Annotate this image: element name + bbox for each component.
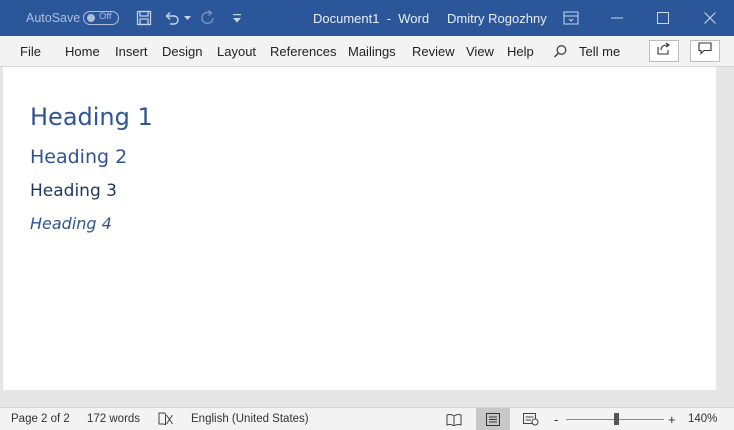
comments-button[interactable] — [690, 40, 720, 62]
redo-icon[interactable] — [199, 0, 217, 36]
web-layout-icon[interactable] — [523, 408, 539, 430]
autosave-state: Off — [99, 11, 112, 22]
zoom-slider-thumb[interactable] — [614, 413, 620, 425]
tab-review[interactable]: Review — [412, 36, 455, 66]
tab-design[interactable]: Design — [162, 36, 202, 66]
minimize-icon[interactable] — [611, 0, 623, 36]
tab-view[interactable]: View — [466, 36, 494, 66]
user-name[interactable]: Dmitry Rogozhny — [447, 0, 547, 36]
tab-mailings[interactable]: Mailings — [348, 36, 396, 66]
share-icon — [657, 42, 671, 60]
comment-icon — [698, 42, 712, 60]
autosave-toggle[interactable]: Off — [83, 0, 119, 36]
document-canvas: Heading 1 Heading 2 Heading 3 Heading 4 — [0, 67, 734, 407]
heading-3-text[interactable]: Heading 3 — [30, 181, 117, 201]
zoom-in-button[interactable]: + — [668, 408, 676, 430]
proofing-icon[interactable] — [158, 408, 174, 430]
tab-layout[interactable]: Layout — [217, 36, 256, 66]
tab-references[interactable]: References — [270, 36, 336, 66]
undo-icon[interactable] — [164, 0, 180, 36]
tab-home[interactable]: Home — [65, 36, 100, 66]
zoom-out-button[interactable]: - — [554, 408, 558, 430]
status-bar: Page 2 of 2 172 words English (United St… — [0, 407, 734, 430]
document-page[interactable]: Heading 1 Heading 2 Heading 3 Heading 4 — [3, 67, 716, 390]
zoom-level[interactable]: 140% — [688, 408, 717, 430]
toggle-knob — [87, 14, 95, 22]
maximize-icon[interactable] — [657, 0, 669, 36]
language-indicator[interactable]: English (United States) — [191, 408, 309, 430]
tell-me-search[interactable]: Tell me — [579, 36, 620, 66]
tab-help[interactable]: Help — [507, 36, 534, 66]
tab-file[interactable]: File — [20, 36, 41, 66]
customize-qat-icon[interactable] — [233, 0, 241, 36]
word-count[interactable]: 172 words — [87, 408, 140, 430]
undo-dropdown-icon[interactable] — [184, 0, 191, 36]
heading-4-text[interactable]: Heading 4 — [30, 214, 112, 233]
document-title: Document1 - Word — [313, 10, 430, 26]
search-icon[interactable] — [553, 36, 568, 66]
print-layout-icon[interactable] — [476, 408, 510, 430]
autosave-label: AutoSave — [26, 11, 81, 25]
tab-insert[interactable]: Insert — [115, 36, 148, 66]
title-bar: AutoSave Off Document1 - Word Dmitry Rog… — [0, 0, 734, 36]
heading-2-text[interactable]: Heading 2 — [30, 146, 127, 168]
close-icon[interactable] — [704, 0, 716, 36]
ribbon-display-options-icon[interactable] — [563, 0, 579, 36]
read-mode-icon[interactable] — [446, 408, 462, 430]
heading-1-text[interactable]: Heading 1 — [30, 103, 153, 131]
vertical-scrollbar[interactable] — [716, 67, 734, 407]
share-button[interactable] — [649, 40, 679, 62]
page-count[interactable]: Page 2 of 2 — [11, 408, 70, 430]
save-icon[interactable] — [136, 0, 152, 36]
ribbon-tab-bar: File Home Insert Design Layout Reference… — [0, 36, 734, 67]
